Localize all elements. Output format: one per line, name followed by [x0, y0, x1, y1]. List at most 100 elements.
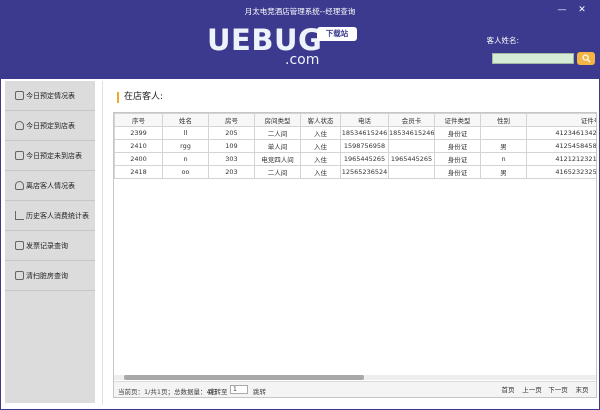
scrollbar-thumb[interactable]: [124, 375, 364, 380]
column-header[interactable]: 序号: [114, 113, 163, 127]
column-header[interactable]: 证件类型: [434, 113, 481, 127]
table-cell: 41652323256325632: [526, 165, 596, 179]
table-cell: 2399: [114, 126, 163, 140]
logo: UEBUG 下载站 .com: [207, 23, 357, 68]
table-cell: [388, 139, 435, 153]
app-window: 月太电竞酒店管理系统--经理查询 — ✕ UEBUG 下载站 .com 客人姓名…: [0, 0, 600, 410]
bar-chart-icon: [15, 211, 24, 220]
minimize-button[interactable]: —: [555, 4, 569, 16]
sidebar-item-arrived[interactable]: 今日预定到店表: [5, 111, 95, 141]
table-cell: 18534615246: [340, 126, 389, 140]
data-grid: 序号 姓名 房号 房间类型 客人状态 电话 会员卡 证件类型 性别 证件号 23: [114, 113, 596, 179]
calendar-icon: [15, 151, 24, 160]
table-cell: 入住: [300, 152, 341, 166]
table-cell: [388, 165, 435, 179]
table-cell: 单人间: [254, 139, 301, 153]
logo-badge: 下载站: [317, 27, 357, 41]
user-check-icon: [15, 121, 24, 130]
table-cell: 2418: [114, 165, 163, 179]
table-cell: 二人间: [254, 165, 301, 179]
column-header[interactable]: 房间类型: [254, 113, 301, 127]
main-panel: 在店客人: 序号 姓名 房号 房间类型 客人状态 电话 会员卡 证件类型 性别 …: [102, 81, 598, 405]
sidebar-item-today-reservations[interactable]: 今日预定情况表: [5, 81, 95, 111]
sidebar-item-cleaning[interactable]: 清扫脏房查询: [5, 261, 95, 291]
sidebar-item-label: 今日预定情况表: [26, 91, 75, 100]
receipt-icon: [15, 241, 24, 250]
column-header[interactable]: 性别: [480, 113, 527, 127]
table-cell: [480, 126, 527, 140]
table-cell: 入住: [300, 165, 341, 179]
next-page-button[interactable]: 下一页: [546, 384, 570, 396]
document-icon: [15, 91, 24, 100]
table-cell: 41234613421346911: [526, 126, 596, 140]
sidebar-item-label: 历史客人消费统计表: [26, 211, 89, 220]
sidebar: 今日预定情况表 今日预定到店表 今日预定未到店表 离店客人情况表 历史客人消费统…: [5, 81, 95, 403]
logo-sub: .com: [285, 52, 320, 68]
table-cell: 身份证: [434, 126, 481, 140]
table-cell: 109: [208, 139, 255, 153]
column-header[interactable]: 电话: [340, 113, 389, 127]
table-cell: n: [162, 152, 209, 166]
sidebar-item-label: 今日预定到店表: [26, 121, 75, 130]
sidebar-item-invoices[interactable]: 发票记录查询: [5, 231, 95, 261]
table-cell: 入住: [300, 139, 341, 153]
table-cell: 二人间: [254, 126, 301, 140]
guest-name-label: 客人姓名:: [486, 36, 519, 45]
table-cell: 1598756958: [340, 139, 389, 153]
sidebar-item-label: 离店客人情况表: [26, 181, 75, 190]
last-page-button[interactable]: 末页: [572, 384, 592, 396]
table-row[interactable]: 2410 rgg 109 单人间 入住 1598756958 身份证 男 412…: [114, 139, 596, 153]
sidebar-item-label: 发票记录查询: [26, 241, 68, 250]
table-cell: n: [480, 152, 527, 166]
table-cell: 203: [208, 165, 255, 179]
column-header[interactable]: 会员卡: [388, 113, 435, 127]
table-cell: 18534615246: [388, 126, 435, 140]
table-cell: 入住: [300, 126, 341, 140]
section-title: 在店客人:: [117, 92, 163, 103]
table-cell: 12565236524: [340, 165, 389, 179]
prev-page-button[interactable]: 上一页: [520, 384, 544, 396]
sidebar-item-label: 今日预定未到店表: [26, 151, 82, 160]
guest-name-input[interactable]: [492, 53, 574, 64]
sidebar-item-departed[interactable]: 离店客人情况表: [5, 171, 95, 201]
sidebar-item-history-stats[interactable]: 历史客人消费统计表: [5, 201, 95, 231]
column-header[interactable]: 房号: [208, 113, 255, 127]
search-button[interactable]: [577, 52, 595, 65]
search-icon: [581, 54, 591, 63]
sidebar-item-not-arrived[interactable]: 今日预定未到店表: [5, 141, 95, 171]
first-page-button[interactable]: 首页: [498, 384, 518, 396]
table-cell: 身份证: [434, 139, 481, 153]
table-cell: 1965445265: [340, 152, 389, 166]
table-cell: rgg: [162, 139, 209, 153]
table-cell: 电竞四人间: [254, 152, 301, 166]
table-cell: 1965445265: [388, 152, 435, 166]
guest-table: 序号 姓名 房号 房间类型 客人状态 电话 会员卡 证件类型 性别 证件号 23: [113, 112, 597, 398]
window-title: 月太电竞酒店管理系统--经理查询: [244, 7, 356, 16]
table-cell: 身份证: [434, 152, 481, 166]
jump-button[interactable]: 跳转: [253, 386, 266, 396]
table-cell: 205: [208, 126, 255, 140]
table-cell: 2400: [114, 152, 163, 166]
table-row[interactable]: 2399 ll 205 二人间 入住 18534615246 185346152…: [114, 126, 596, 140]
column-header[interactable]: 客人状态: [300, 113, 341, 127]
jump-label: 跳转至: [208, 388, 228, 396]
header-bar: 月太电竞酒店管理系统--经理查询 — ✕ UEBUG 下载站 .com 客人姓名…: [1, 1, 599, 79]
table-cell: 41212123212312312: [526, 152, 596, 166]
pagination-bar: 当前页：1/共1页；总数据量：4行 跳转至 1 跳转 首页 上一页 下一页 末页: [114, 381, 596, 397]
table-cell: 303: [208, 152, 255, 166]
table-header-row: 序号 姓名 房号 房间类型 客人状态 电话 会员卡 证件类型 性别 证件号: [114, 113, 596, 127]
column-header[interactable]: 证件号: [526, 113, 596, 127]
cleaning-icon: [15, 271, 24, 280]
page-info: 当前页：1/共1页；总数据量：4行: [118, 388, 218, 396]
table-cell: 男: [480, 165, 527, 179]
horizontal-scrollbar[interactable]: [114, 375, 596, 380]
table-row[interactable]: 2400 n 303 电竞四人间 入住 1965445265 196544526…: [114, 152, 596, 166]
table-cell: oo: [162, 165, 209, 179]
table-row[interactable]: 2418 oo 203 二人间 入住 12565236524 身份证 男 416…: [114, 165, 596, 179]
close-button[interactable]: ✕: [575, 4, 589, 16]
column-header[interactable]: 姓名: [162, 113, 209, 127]
table-cell: 身份证: [434, 165, 481, 179]
user-icon: [15, 181, 24, 190]
page-number-input[interactable]: 1: [230, 385, 248, 394]
table-cell: 2410: [114, 139, 163, 153]
